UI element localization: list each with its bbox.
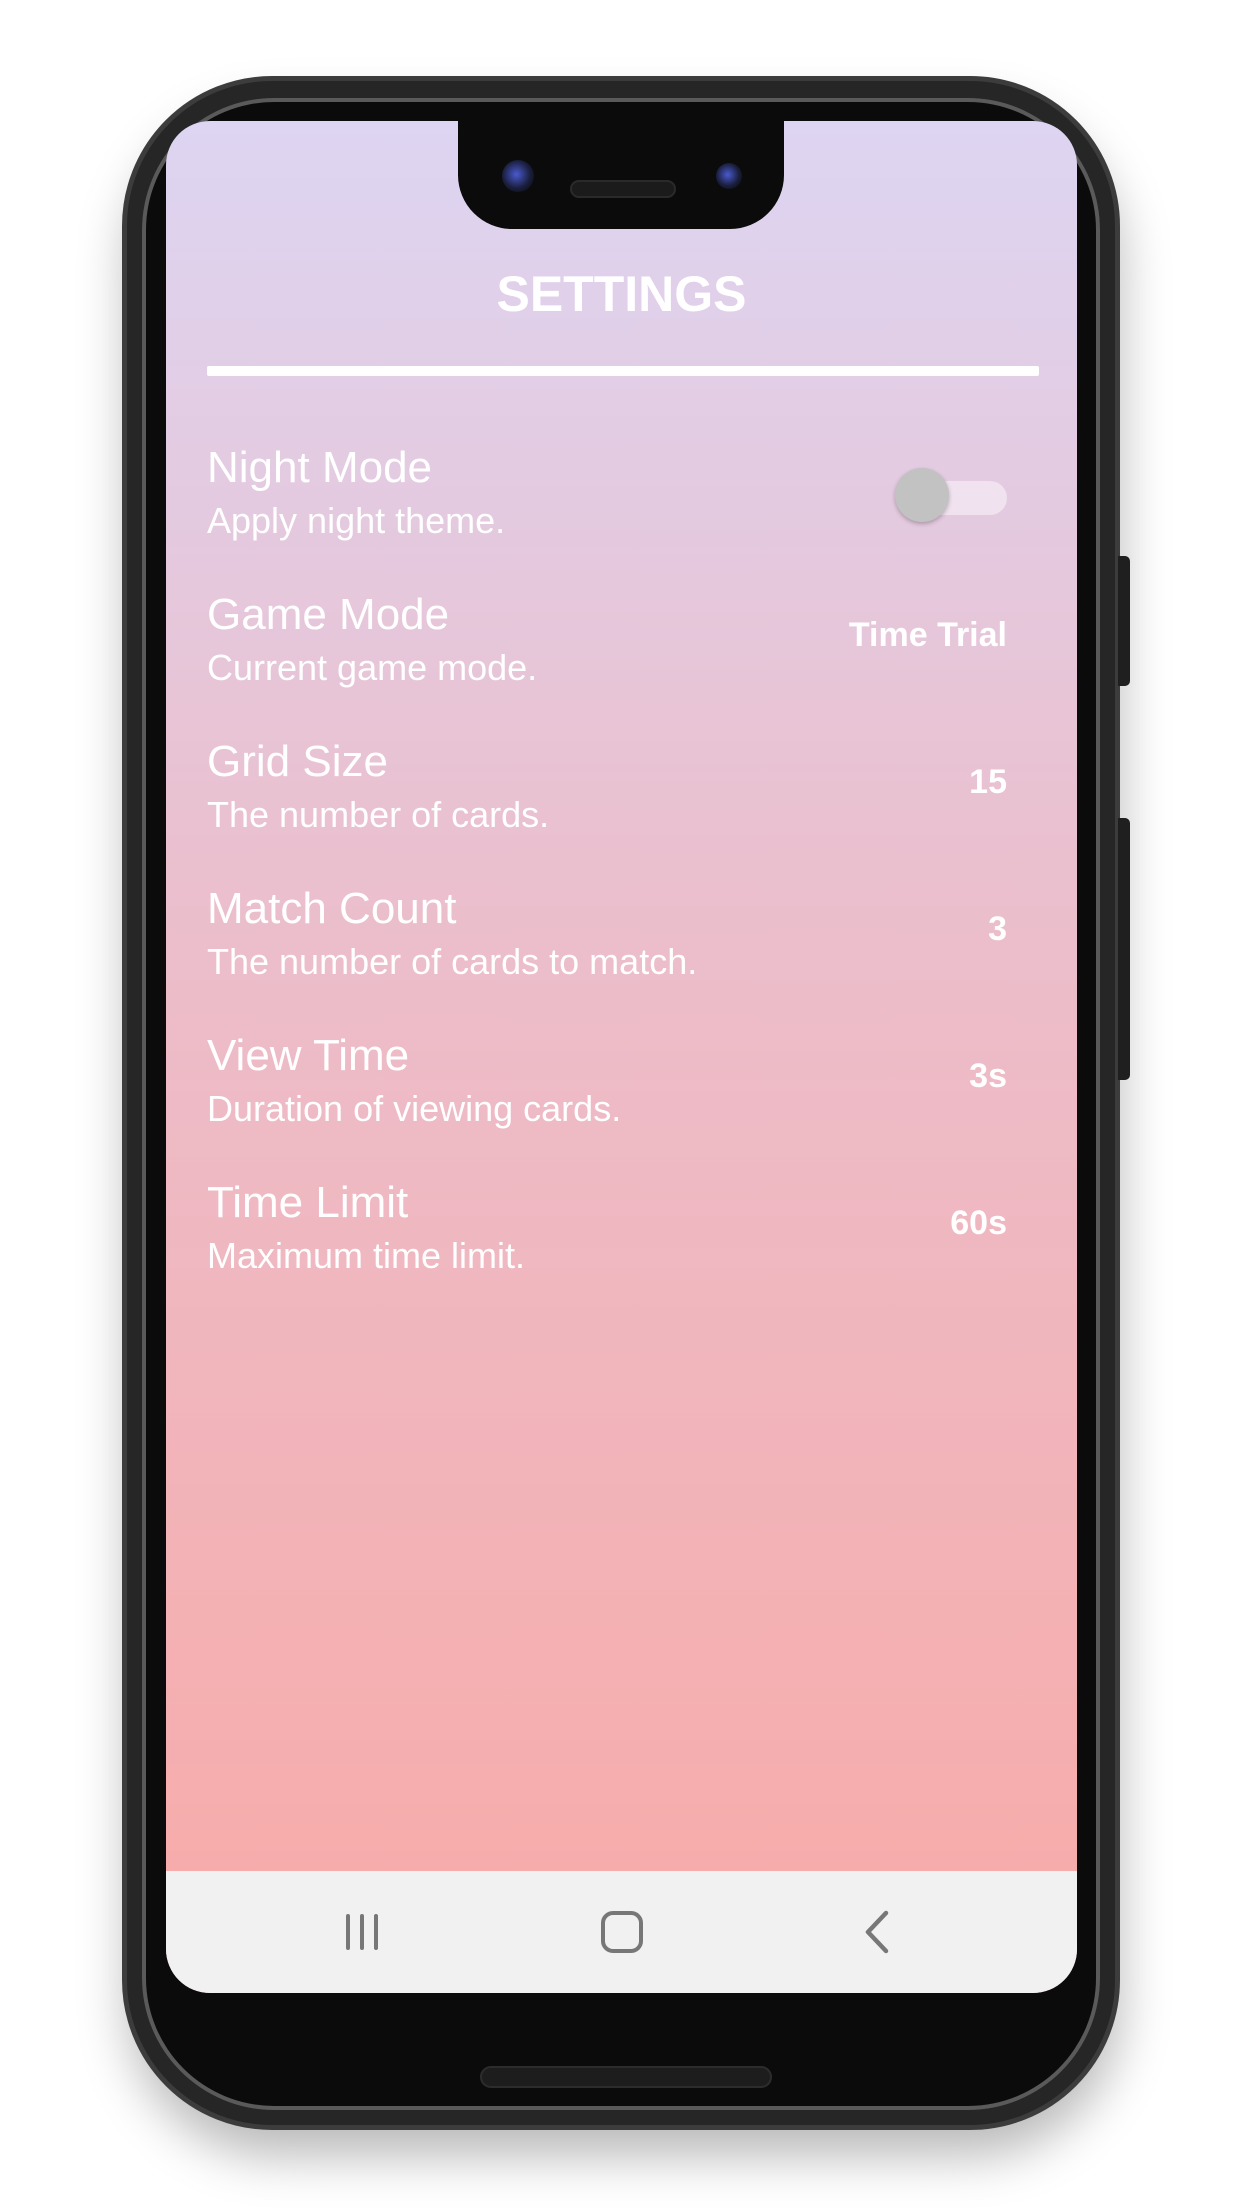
setting-description: Current game mode. [207,647,538,688]
setting-title: Game Mode [207,590,450,639]
back-button[interactable] [838,1897,918,1967]
setting-view-time[interactable]: View Time Duration of viewing cards. 3s [207,1031,1007,1151]
phone-side-button-lower [1118,818,1130,1080]
setting-time-limit[interactable]: Time Limit Maximum time limit. 60s [207,1178,1007,1298]
setting-match-count[interactable]: Match Count The number of cards to match… [207,884,1007,1004]
setting-description: Duration of viewing cards. [207,1088,622,1129]
home-icon [601,1911,643,1953]
setting-grid-size[interactable]: Grid Size The number of cards. 15 [207,737,1007,857]
recent-apps-icon [346,1914,378,1950]
earpiece-speaker [570,180,676,198]
setting-night-mode[interactable]: Night Mode Apply night theme. [207,443,1007,563]
toggle-thumb [895,468,949,522]
recent-apps-button[interactable] [322,1897,402,1967]
setting-value: 60s [950,1204,1007,1242]
setting-description: The number of cards to match. [207,941,698,982]
page-title: SETTINGS [496,266,747,322]
night-mode-toggle[interactable] [895,465,1007,525]
phone-side-button-upper [1118,556,1130,686]
title-divider [207,366,1039,376]
setting-description: The number of cards. [207,794,550,835]
bottom-speaker-grille [480,2066,772,2088]
setting-title: Grid Size [207,737,388,786]
setting-title: Time Limit [207,1178,409,1227]
home-button[interactable] [582,1897,662,1967]
setting-title: Match Count [207,884,457,933]
front-camera-icon [502,160,534,192]
front-sensor-icon [716,163,742,189]
app-screen: SETTINGS Night Mode Apply night theme. G… [166,121,1077,1993]
navigation-bar [166,1871,1077,1993]
setting-title: Night Mode [207,443,433,492]
setting-title: View Time [207,1031,410,1080]
setting-value: 3 [988,910,1007,948]
setting-game-mode[interactable]: Game Mode Current game mode. Time Trial [207,590,1007,710]
setting-value: 3s [969,1057,1007,1095]
back-icon [865,1910,889,1954]
setting-value: 15 [969,763,1007,801]
setting-description: Maximum time limit. [207,1235,526,1276]
setting-value: Time Trial [848,616,1007,654]
setting-description: Apply night theme. [207,500,506,541]
